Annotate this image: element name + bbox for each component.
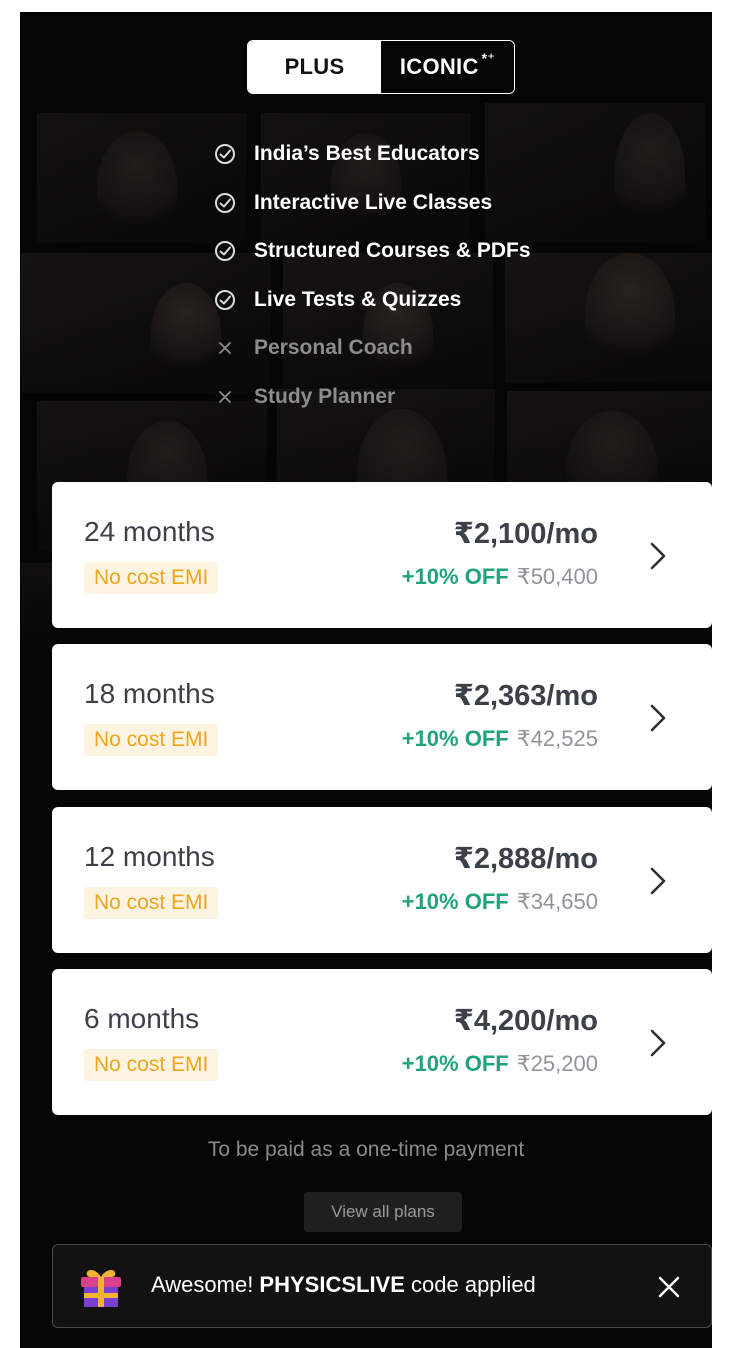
feature-label: Study Planner <box>254 384 396 408</box>
emi-badge: No cost EMI <box>84 887 219 919</box>
chevron-right-icon <box>650 867 666 895</box>
feature-label: India’s Best Educators <box>254 142 480 166</box>
coupon-applied-toast: Awesome! PHYSICSLIVE code applied <box>52 1244 712 1328</box>
feature-label: Live Tests & Quizzes <box>254 287 462 311</box>
feature-item: Interactive Live Classes <box>212 179 531 228</box>
feature-label: Interactive Live Classes <box>254 190 493 214</box>
sparkle-icon: *⁺ <box>481 49 496 66</box>
emi-badge: No cost EMI <box>84 1049 219 1081</box>
plan-card-6-months[interactable]: 6 months No cost EMI ₹4,200/mo +10% OFF ₹… <box>52 969 712 1115</box>
plan-monthly-price: ₹2,363/mo <box>453 680 598 712</box>
tab-iconic[interactable]: ICONIC *⁺ <box>381 41 514 93</box>
plan-price-details: +10% OFF ₹42,525 <box>402 726 598 752</box>
cross-icon <box>212 335 238 361</box>
feature-list: India’s Best Educators Interactive Live … <box>212 130 531 421</box>
chevron-right-icon <box>650 704 666 732</box>
feature-label: Structured Courses & PDFs <box>254 239 531 263</box>
tab-iconic-label: ICONIC <box>399 54 479 79</box>
cross-icon <box>212 384 238 410</box>
feature-item: Personal Coach <box>212 324 531 373</box>
discount-label: +10% OFF <box>401 564 509 589</box>
plan-total-price: ₹34,650 <box>516 889 598 914</box>
plan-monthly-price: ₹2,100/mo <box>453 518 598 550</box>
feature-item: Live Tests & Quizzes <box>212 276 531 325</box>
check-circle-icon <box>212 141 238 167</box>
check-circle-icon <box>212 238 238 264</box>
emi-badge: No cost EMI <box>84 724 219 756</box>
plan-price-details: +10% OFF ₹25,200 <box>402 1051 598 1077</box>
tab-plus[interactable]: PLUS <box>248 41 381 93</box>
plan-type-toggle: PLUS ICONIC *⁺ <box>247 40 515 94</box>
plan-total-price: ₹50,400 <box>516 564 598 589</box>
plan-selection-screen: PLUS ICONIC *⁺ India’s Best Educators In… <box>20 12 712 1348</box>
view-all-plans-button[interactable]: View all plans <box>304 1192 462 1232</box>
plan-monthly-price: ₹4,200/mo <box>453 1005 598 1037</box>
plan-price-details: +10% OFF ₹50,400 <box>402 564 598 590</box>
plan-duration: 12 months <box>84 841 215 872</box>
chevron-right-icon <box>650 542 666 570</box>
plan-total-price: ₹25,200 <box>516 1051 598 1076</box>
discount-label: +10% OFF <box>401 1051 509 1076</box>
plan-card-24-months[interactable]: 24 months No cost EMI ₹2,100/mo +10% OFF… <box>52 482 712 628</box>
plan-duration: 6 months <box>84 1003 200 1034</box>
toast-prefix: Awesome! <box>151 1272 260 1297</box>
tab-plus-label: PLUS <box>284 54 345 79</box>
check-circle-icon <box>212 190 238 216</box>
discount-label: +10% OFF <box>401 726 509 751</box>
plan-monthly-price: ₹2,888/mo <box>453 843 598 875</box>
feature-item: Structured Courses & PDFs <box>212 227 531 276</box>
discount-label: +10% OFF <box>401 889 509 914</box>
coupon-code: PHYSICSLIVE <box>259 1272 405 1297</box>
plan-total-price: ₹42,525 <box>516 726 598 751</box>
payment-note: To be paid as a one-time payment <box>207 1138 525 1161</box>
feature-item: India’s Best Educators <box>212 130 531 179</box>
plan-duration: 24 months <box>84 516 215 547</box>
toast-message: Awesome! PHYSICSLIVE code applied <box>151 1272 536 1298</box>
emi-badge: No cost EMI <box>84 562 219 594</box>
plan-price-details: +10% OFF ₹34,650 <box>402 889 598 915</box>
plan-card-18-months[interactable]: 18 months No cost EMI ₹2,363/mo +10% OFF… <box>52 644 712 790</box>
plan-card-12-months[interactable]: 12 months No cost EMI ₹2,888/mo +10% OFF… <box>52 807 712 953</box>
gift-icon <box>81 1270 121 1307</box>
feature-label: Personal Coach <box>254 336 413 360</box>
close-icon[interactable] <box>655 1273 683 1301</box>
toast-suffix: code applied <box>404 1272 536 1297</box>
chevron-right-icon <box>650 1029 666 1057</box>
feature-item: Study Planner <box>212 373 531 422</box>
plan-duration: 18 months <box>84 678 215 709</box>
check-circle-icon <box>212 287 238 313</box>
